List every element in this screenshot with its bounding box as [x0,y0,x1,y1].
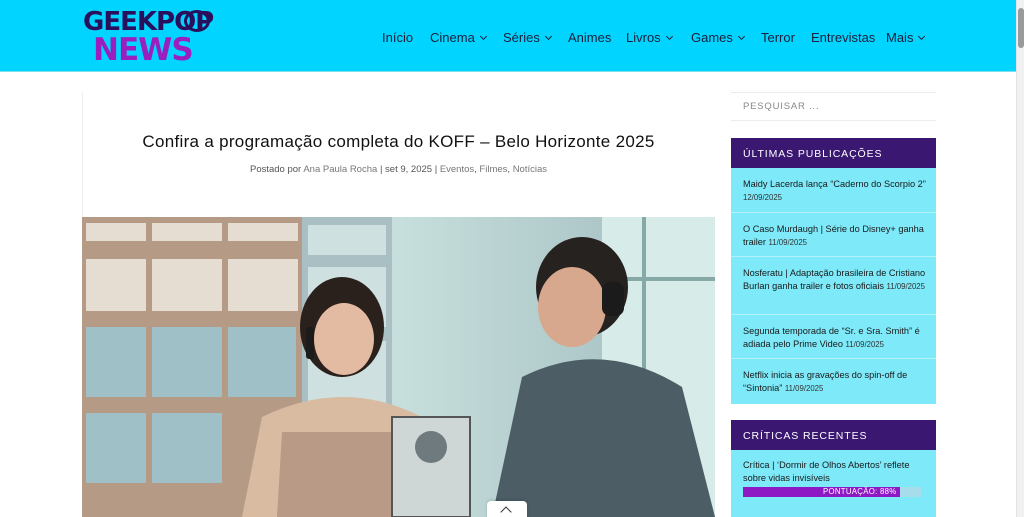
divider [731,256,936,257]
site-logo[interactable]: GEEKPOP NEWS [83,8,223,66]
hero-illustration [82,217,715,517]
review-score-bar: PONTUAÇÃO: 88% [743,487,921,497]
nav-item-cinema[interactable]: Cinema [430,30,487,45]
nav-item-animes[interactable]: Animes [568,30,611,45]
category-link[interactable]: Notícias [513,164,547,175]
chevron-up-icon [500,506,512,517]
chevron-down-icon [737,32,745,40]
nav-item-inicio[interactable]: Início [382,30,413,45]
post-title[interactable]: Segunda temporada de “Sr. e Sra. Smith” … [743,326,920,349]
nav-item-series[interactable]: Séries [503,30,552,45]
article-title: Confira a programação completa do KOFF –… [142,132,655,151]
latest-post-item[interactable]: Netflix inicia as gravações do spin-off … [743,369,927,395]
latest-posts-list: Maidy Lacerda lança “Caderno do Scorpio … [731,168,936,404]
divider [731,212,936,213]
recent-reviews-heading: CRÍTICAS RECENTES [731,420,936,450]
comma: , [474,164,477,175]
nav-label: Cinema [430,30,475,45]
post-title[interactable]: Maidy Lacerda lança “Caderno do Scorpio … [743,179,926,189]
divider [731,358,936,359]
post-date: 11/09/2025 [784,383,824,393]
logo-line-2: NEWS [93,32,194,68]
search-input[interactable] [731,93,921,120]
review-score-label: PONTUAÇÃO: 88% [823,487,897,496]
latest-post-item[interactable]: O Caso Murdaugh | Série do Disney+ ganha… [743,223,927,249]
nav-label: Mais [886,30,914,45]
nav-label: Livros [626,30,661,45]
recent-reviews-list: Crítica | ‘Dormir de Olhos Abertos’ refl… [731,450,936,517]
latest-posts-heading: ÚLTIMAS PUBLICAÇÕES [731,138,936,168]
post-date: 11/09/2025 [886,281,925,291]
post-date: 11/09/2025 [768,237,807,247]
nav-label: Animes [568,30,612,45]
posted-by-label: Postado por [249,164,302,175]
search-box [731,92,936,121]
category-link[interactable]: Filmes [479,164,507,175]
post-title[interactable]: Netflix inicia as gravações do spin-off … [743,370,907,393]
nav-label: Terror [761,30,795,45]
nav-label: Games [691,30,733,45]
author-link[interactable]: Ana Paula Rocha [303,164,377,175]
meta-separator: | [434,164,438,175]
post-date: set 9, 2025 [385,164,433,175]
chevron-down-icon [544,32,552,40]
nav-label: Entrevistas [811,30,876,45]
divider [731,314,936,315]
latest-post-item[interactable]: Maidy Lacerda lança “Caderno do Scorpio … [743,178,927,204]
nav-label: Séries [503,30,540,45]
chevron-down-icon [918,32,926,40]
article-hero-image [82,217,715,517]
nav-item-terror[interactable]: Terror [761,30,795,45]
meta-separator: | [379,164,383,175]
page-scrollbar[interactable] [1016,0,1024,517]
scrollbar-thumb[interactable] [1018,8,1024,48]
post-date: 12/09/2025 [743,192,783,202]
post-date: 11/09/2025 [845,339,884,349]
latest-post-item[interactable]: Nosferatu | Adaptação brasileira de Cris… [743,267,927,293]
category-link[interactable]: Eventos [440,164,474,175]
site-header: GEEKPOP NEWS Início Cinema Séries Animes… [0,0,1016,72]
review-item[interactable]: Crítica | ‘Dormir de Olhos Abertos’ refl… [743,459,927,484]
nav-item-livros[interactable]: Livros [626,30,673,45]
nav-label: Início [382,30,414,45]
nav-item-mais[interactable]: Mais [886,30,926,45]
nav-item-entrevistas[interactable]: Entrevistas [811,30,875,45]
nav-item-games[interactable]: Games [691,30,745,45]
chevron-down-icon [479,32,487,40]
comma: , [507,164,511,175]
review-title[interactable]: Crítica | ‘Dormir de Olhos Abertos’ refl… [743,460,909,483]
scroll-to-top-button[interactable] [487,501,527,517]
article-meta: Postado por Ana Paula Rocha | set 9, 202… [82,164,715,175]
latest-post-item[interactable]: Segunda temporada de “Sr. e Sra. Smith” … [743,325,927,351]
speech-bubble-icon [184,10,210,32]
chevron-down-icon [665,32,673,40]
